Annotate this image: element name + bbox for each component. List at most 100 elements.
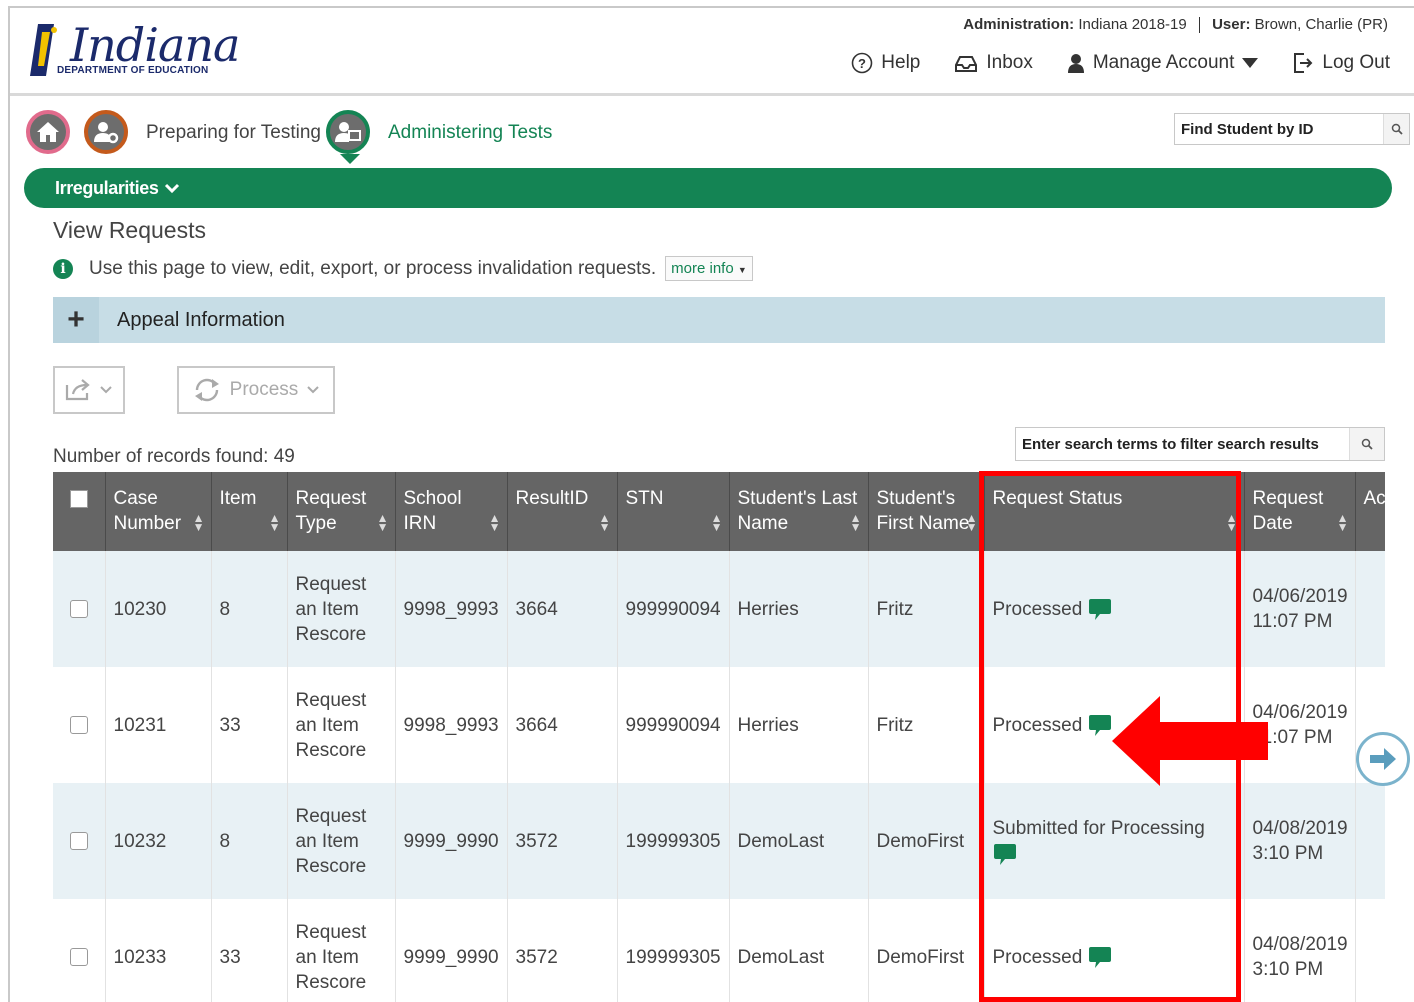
manage-account-link[interactable]: Manage Account	[1067, 52, 1259, 74]
table-row[interactable]: 10232 8 Request an Item Rescore 9999_999…	[53, 783, 1385, 899]
comment-icon[interactable]	[1088, 945, 1112, 969]
find-student-input[interactable]	[1175, 114, 1383, 144]
manage-account-label: Manage Account	[1092, 52, 1235, 73]
comment-icon[interactable]	[1088, 597, 1112, 621]
help-label: Help	[881, 52, 921, 73]
item-cell: 8	[211, 783, 288, 899]
sort-icon: ▲ ▼	[488, 511, 501, 534]
chevron-down-icon	[307, 386, 320, 394]
column-header[interactable]: Student's First Name ▲ ▼	[868, 472, 985, 551]
more-info-label: more info	[671, 260, 734, 277]
divider	[1198, 17, 1200, 34]
row-checkbox[interactable]	[69, 716, 88, 734]
last-name-cell: DemoLast	[729, 899, 869, 1002]
column-header[interactable]: Item ▲ ▼	[211, 472, 288, 551]
irregularities-label: Irregularities	[55, 177, 159, 198]
request-type-cell: Request an Item Rescore	[287, 783, 396, 899]
home-button[interactable]	[26, 110, 70, 154]
request-status-cell: Processed	[984, 551, 1245, 667]
table-row[interactable]: 10233 33 Request an Item Rescore 9999_99…	[53, 899, 1385, 1002]
preparing-for-testing-label[interactable]: Preparing for Testing	[146, 122, 321, 144]
column-header[interactable]: Request Status ▲ ▼	[984, 472, 1245, 551]
column-header[interactable]: Request Date ▲ ▼	[1244, 472, 1356, 551]
sort-icon: ▲ ▼	[1225, 511, 1238, 534]
arrow-left-icon	[1112, 696, 1268, 786]
status-text: Processed	[992, 714, 1083, 736]
filter-input[interactable]	[1016, 428, 1350, 460]
extra-cell	[1355, 783, 1385, 899]
table-header-row: Case Number ▲ ▼ Item ▲ ▼ Request Type ▲ ▼ Scho…	[53, 472, 1385, 551]
preparing-for-testing-button[interactable]	[84, 110, 128, 154]
page-description: i Use this page to view, edit, export, o…	[53, 256, 753, 281]
column-header[interactable]: School IRN ▲ ▼	[395, 472, 508, 551]
administering-tests-button[interactable]	[326, 110, 370, 154]
row-checkbox[interactable]	[69, 832, 88, 850]
sort-icon: ▲ ▼	[376, 511, 389, 534]
first-name-cell: Fritz	[868, 551, 985, 667]
column-header[interactable]: Ac Co	[1355, 472, 1385, 551]
user-gear-icon	[94, 122, 119, 144]
log-out-label: Log Out	[1322, 52, 1390, 73]
case-number-cell: 10232	[105, 783, 212, 899]
column-header[interactable]: Student's Last Name ▲ ▼	[729, 472, 869, 551]
plus-icon[interactable]: +	[53, 297, 99, 343]
sort-icon: ▲ ▼	[710, 511, 723, 534]
home-icon	[37, 122, 59, 142]
chevron-down-icon	[165, 183, 180, 194]
sort-icon: ▲ ▼	[849, 511, 862, 534]
comment-icon[interactable]	[1088, 713, 1112, 737]
sort-icon: ▲ ▼	[1336, 511, 1349, 534]
row-checkbox[interactable]	[69, 948, 88, 966]
result-id-cell: 3664	[507, 551, 618, 667]
column-header[interactable]: Case Number ▲ ▼	[105, 472, 212, 551]
indiana-doe-logo[interactable]: Indiana DEPARTMENT OF EDUCATION	[24, 18, 240, 80]
active-nav-pointer	[340, 154, 360, 164]
log-out-link[interactable]: Log Out	[1292, 52, 1390, 74]
process-button[interactable]: Process	[177, 366, 335, 414]
user-value: Brown, Charlie (PR)	[1254, 16, 1388, 33]
column-header[interactable]: Request Type ▲ ▼	[287, 472, 396, 551]
user-icon	[1067, 54, 1084, 73]
header-divider	[10, 93, 1414, 96]
search-icon	[1361, 438, 1373, 450]
arrow-right-icon	[1370, 748, 1396, 770]
appeal-information-panel[interactable]: + Appeal Information	[53, 297, 1385, 343]
info-text: Use this page to view, edit, export, or …	[89, 257, 657, 279]
help-icon: ?	[851, 52, 873, 74]
first-name-cell: DemoFirst	[868, 899, 985, 1002]
scroll-right-button[interactable]	[1356, 732, 1410, 786]
result-id-cell: 3572	[507, 783, 618, 899]
more-info-button[interactable]: more info ▼	[665, 256, 753, 281]
row-select-cell	[53, 783, 106, 899]
filter-search-button[interactable]	[1349, 428, 1384, 460]
item-cell: 8	[211, 551, 288, 667]
status-text: Submitted for Processing	[992, 818, 1205, 839]
records-count: Number of records found: 49	[53, 446, 295, 467]
status-text: Processed	[992, 946, 1083, 968]
inbox-link[interactable]: Inbox	[954, 52, 1033, 74]
stn-cell: 199999305	[617, 783, 730, 899]
help-link[interactable]: ? Help	[851, 52, 920, 74]
sort-icon: ▲ ▼	[192, 511, 205, 534]
administration-label: Administration:	[963, 16, 1075, 33]
table-row[interactable]: 10230 8 Request an Item Rescore 9998_999…	[53, 551, 1385, 667]
select-all-header	[53, 472, 106, 551]
item-cell: 33	[211, 899, 288, 1002]
request-date-cell: 04/06/2019 11:07 PM	[1244, 551, 1356, 667]
comment-icon[interactable]	[993, 842, 1017, 866]
stn-cell: 999990094	[617, 667, 730, 783]
find-student-button[interactable]	[1383, 114, 1409, 144]
inbox-icon	[955, 56, 978, 72]
export-button[interactable]	[53, 366, 125, 414]
extra-cell	[1355, 899, 1385, 1002]
school-irn-cell: 9999_9990	[395, 783, 508, 899]
select-all-checkbox[interactable]	[69, 490, 88, 508]
row-checkbox[interactable]	[69, 600, 88, 618]
irregularities-menu[interactable]: Irregularities	[24, 168, 1392, 208]
column-header[interactable]: STN ▲ ▼	[617, 472, 730, 551]
request-type-cell: Request an Item Rescore	[287, 667, 396, 783]
column-header[interactable]: ResultID ▲ ▼	[507, 472, 618, 551]
row-select-cell	[53, 899, 106, 1002]
request-date-cell: 04/08/2019 3:10 PM	[1244, 783, 1356, 899]
administering-tests-label[interactable]: Administering Tests	[388, 122, 552, 144]
